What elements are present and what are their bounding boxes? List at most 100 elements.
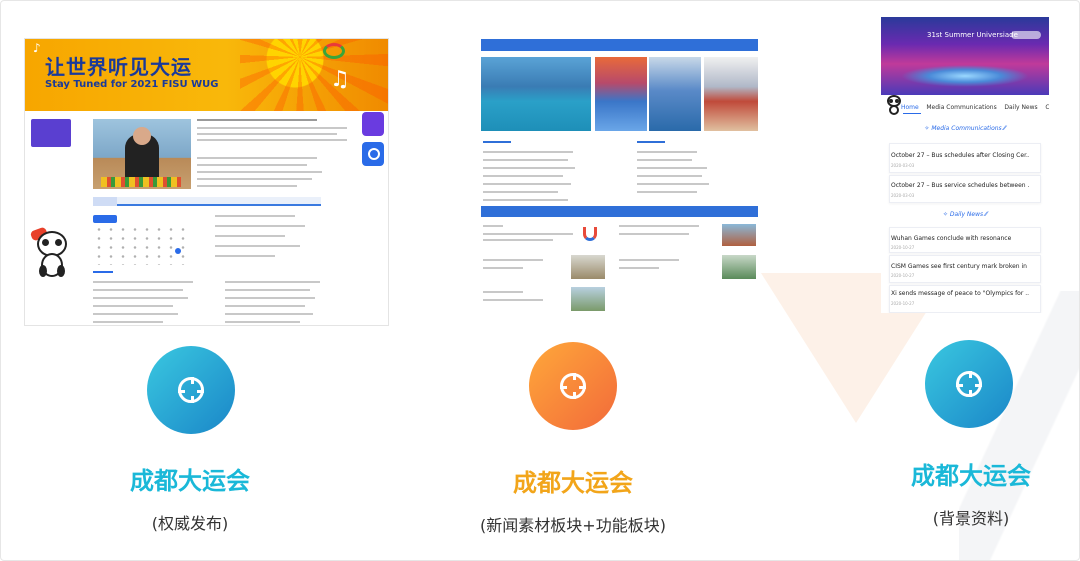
- list-item[interactable]: [637, 175, 702, 177]
- crosshair-icon: [956, 371, 982, 397]
- headline[interactable]: [197, 119, 317, 121]
- media-card[interactable]: [889, 175, 1041, 203]
- tab-bar: [93, 197, 321, 206]
- banner-subtitle: Stay Tuned for 2021 FISU WUG: [45, 79, 219, 90]
- list-item[interactable]: [637, 191, 697, 193]
- list-item[interactable]: [225, 289, 310, 291]
- list-item[interactable]: [225, 297, 315, 299]
- tab-active[interactable]: [93, 197, 117, 206]
- photo-thumbnail[interactable]: [722, 224, 756, 246]
- text-line: [483, 233, 573, 235]
- calendar-selected-day[interactable]: [175, 248, 181, 254]
- list-item[interactable]: [197, 185, 297, 187]
- target-badge-2: [529, 342, 617, 430]
- list-item[interactable]: [483, 191, 558, 193]
- tab-media-communications[interactable]: Media Communications: [926, 104, 996, 111]
- target-badge-3: [925, 340, 1013, 428]
- caption-1: 成都大运会 (权威发布): [70, 461, 310, 534]
- news-card-date: 2020-10-27: [891, 301, 915, 306]
- screenshot-official-release: ♪ 让世界听见大运 Stay Tuned for 2021 FISU WUG ♫: [24, 38, 389, 326]
- list-item[interactable]: [483, 199, 568, 201]
- hero-stage-light: [901, 65, 1029, 87]
- section-bar: [481, 39, 758, 51]
- screenshot-news-module: [479, 37, 758, 317]
- sparkle-icon: ✧: [942, 211, 950, 218]
- list-item[interactable]: [637, 159, 692, 161]
- list-item[interactable]: [483, 167, 575, 169]
- list-item[interactable]: [483, 259, 543, 261]
- caption-2: 成都大运会 (新闻素材板块+功能板块): [453, 463, 693, 536]
- list-item[interactable]: [197, 178, 312, 180]
- media-card-date: 2020-03-03: [891, 163, 915, 168]
- photo-thumbnail[interactable]: [571, 287, 605, 311]
- side-panel[interactable]: [31, 119, 71, 147]
- tab-home[interactable]: Home: [901, 104, 919, 111]
- list-item[interactable]: [93, 305, 173, 307]
- sun-rays-graphic: [240, 39, 388, 111]
- list-item[interactable]: [197, 171, 322, 173]
- caption-title: 成都大运会: [130, 467, 250, 495]
- list-item[interactable]: [225, 321, 300, 323]
- list-item[interactable]: [637, 183, 709, 185]
- list-item[interactable]: [619, 259, 679, 261]
- calendar-grid[interactable]: [93, 225, 187, 265]
- news-card-title: Wuhan Games conclude with resonance: [891, 235, 1012, 242]
- list-item[interactable]: [215, 255, 275, 257]
- list-item[interactable]: [93, 289, 183, 291]
- photo-thumbnail[interactable]: [571, 255, 605, 279]
- text-line: [197, 127, 347, 129]
- section-title-media: ✧ Media Communications ⁄⁄: [924, 125, 1006, 132]
- list-item[interactable]: [483, 159, 568, 161]
- list-item[interactable]: [93, 297, 188, 299]
- photo-person-head: [133, 127, 151, 145]
- headset-icon[interactable]: [362, 142, 384, 166]
- list-item[interactable]: [483, 225, 503, 227]
- music-note-icon: ♪: [33, 41, 41, 55]
- list-item[interactable]: [225, 305, 305, 307]
- list-item[interactable]: [93, 281, 193, 283]
- nav-tabs: Home Media Communications Daily News C: [901, 104, 1049, 111]
- tab-underline: [903, 113, 921, 114]
- section-bar: [481, 206, 758, 217]
- hero-toggle[interactable]: [1011, 31, 1041, 39]
- list-item[interactable]: [637, 151, 697, 153]
- photo-thumbnail[interactable]: [649, 57, 701, 131]
- news-card-date: 2020-10-27: [891, 245, 915, 250]
- news-card-title: CISM Games see first century mark broken…: [891, 263, 1029, 270]
- panda-mascot: [29, 225, 73, 281]
- list-item[interactable]: [225, 313, 313, 315]
- photo-thumbnail[interactable]: [595, 57, 647, 131]
- photo-flowers: [101, 177, 181, 187]
- list-item[interactable]: [215, 235, 285, 237]
- section-heading: [93, 271, 113, 273]
- hero-title: 31st Summer Universiade: [927, 31, 1018, 39]
- list-item[interactable]: [637, 167, 707, 169]
- text-line: [619, 267, 659, 269]
- list-item[interactable]: [197, 157, 317, 159]
- list-item[interactable]: [93, 313, 178, 315]
- list-item[interactable]: [215, 215, 295, 217]
- section-heading: [483, 141, 511, 143]
- text-line: [619, 233, 689, 235]
- tab-daily-news[interactable]: Daily News: [1004, 104, 1037, 111]
- upload-icon[interactable]: [362, 112, 384, 136]
- photo-thumbnail[interactable]: [722, 255, 756, 279]
- media-card-title: October 27 – Bus schedules after Closing…: [891, 152, 1029, 159]
- section-title-daily-news: ✧ Daily News ⁄⁄: [942, 211, 988, 218]
- list-item[interactable]: [197, 164, 307, 166]
- list-item[interactable]: [483, 175, 563, 177]
- target-badge-1: [147, 346, 235, 434]
- list-item[interactable]: [619, 225, 699, 227]
- featured-photo-pool[interactable]: [481, 57, 591, 131]
- list-item[interactable]: [215, 245, 300, 247]
- music-note-icon: ♫: [330, 67, 350, 92]
- tab-more[interactable]: C: [1045, 104, 1049, 111]
- calendar-header[interactable]: [93, 215, 117, 223]
- list-item[interactable]: [225, 281, 320, 283]
- photo-thumbnail[interactable]: [704, 57, 758, 131]
- list-item[interactable]: [483, 151, 573, 153]
- list-item[interactable]: [483, 183, 571, 185]
- list-item[interactable]: [215, 225, 305, 227]
- list-item[interactable]: [483, 291, 523, 293]
- list-item[interactable]: [93, 321, 163, 323]
